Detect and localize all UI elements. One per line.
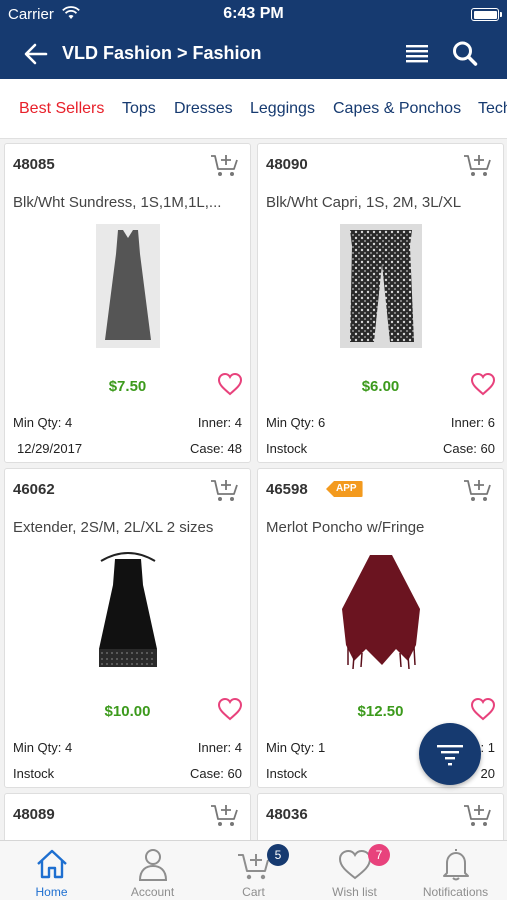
product-image[interactable]: [258, 224, 505, 354]
category-leggings[interactable]: Leggings: [250, 100, 315, 118]
min-qty: Min Qty: 1: [266, 740, 326, 755]
category-capes-ponchos[interactable]: Capes & Ponchos: [333, 100, 461, 118]
bottom-tab-bar: Home Account 5 Cart 7 Wish list Notifica…: [0, 840, 507, 900]
add-to-cart-icon[interactable]: [463, 478, 493, 504]
list-view-icon[interactable]: [404, 42, 430, 66]
product-id: 46598: [266, 481, 308, 498]
battery-icon: [471, 8, 502, 21]
min-qty: Min Qty: 4: [13, 415, 73, 430]
cart-count-badge: 5: [267, 844, 289, 866]
product-name: Blk/Wht Capri, 1S, 2M, 3L/XL: [266, 194, 462, 211]
inner-qty: Inner: 4: [197, 740, 242, 755]
stock-status: 12/29/2017: [17, 441, 83, 456]
wishlist-heart-icon[interactable]: [470, 372, 496, 396]
tab-account[interactable]: Account: [102, 841, 203, 900]
tab-notifications[interactable]: Notifications: [405, 841, 506, 900]
product-name: Extender, 2S/M, 2L/XL 2 sizes: [13, 519, 214, 536]
product-price: $7.50: [108, 378, 147, 395]
product-price: $6.00: [361, 378, 400, 395]
category-tabs: Best Sellers Tops Dresses Leggings Capes…: [0, 79, 507, 139]
stock-status: Instock: [266, 441, 308, 456]
product-price: $10.00: [104, 703, 151, 720]
tab-label: Home: [35, 885, 68, 899]
page-title: VLD Fashion > Fashion: [62, 43, 262, 63]
product-price: $12.50: [357, 703, 404, 720]
filter-icon: [437, 745, 463, 766]
tab-label: Cart: [242, 885, 265, 899]
product-card[interactable]: 48090 Blk/Wht Capri, 1S, 2M, 3L/XL $6.00…: [257, 143, 504, 463]
clock: 6:43 PM: [223, 5, 284, 22]
add-to-cart-icon[interactable]: [210, 153, 240, 179]
add-to-cart-icon[interactable]: [210, 478, 240, 504]
nav-bar: VLD Fashion > Fashion: [0, 30, 507, 79]
stock-status: Instock: [13, 766, 55, 781]
search-icon[interactable]: [452, 40, 478, 68]
case-qty: Case: 60: [442, 441, 495, 456]
add-to-cart-icon[interactable]: [463, 153, 493, 179]
min-qty: Min Qty: 6: [266, 415, 326, 430]
inner-qty: Inner: 4: [197, 415, 242, 430]
wishlist-count-badge: 7: [368, 844, 390, 866]
tab-home[interactable]: Home: [1, 841, 102, 900]
bell-icon: [443, 849, 469, 881]
stock-status: Instock: [266, 766, 308, 781]
app-badge: APP: [326, 481, 363, 497]
cart-icon: [238, 854, 269, 880]
category-best-sellers[interactable]: Best Sellers: [19, 100, 104, 118]
product-name: Merlot Poncho w/Fringe: [266, 519, 425, 536]
product-name: Blk/Wht Sundress, 1S,1M,1L,...: [13, 194, 222, 211]
tab-wish-list[interactable]: 7 Wish list: [304, 841, 405, 900]
product-id: 48036: [266, 806, 308, 823]
wishlist-heart-icon[interactable]: [217, 697, 243, 721]
wishlist-heart-icon[interactable]: [217, 372, 243, 396]
home-icon: [37, 849, 67, 879]
heart-icon: [338, 849, 372, 880]
person-icon: [138, 849, 168, 881]
tab-cart[interactable]: 5 Cart: [203, 841, 304, 900]
case-qty: Case: 60: [189, 766, 242, 781]
category-dresses[interactable]: Dresses: [174, 100, 233, 118]
product-card[interactable]: 46062 Extender, 2S/M, 2L/XL 2 sizes $10.…: [4, 468, 251, 788]
tab-label: Account: [130, 885, 175, 899]
product-image[interactable]: [258, 549, 505, 679]
status-bar: Carrier 6:43 PM: [0, 0, 507, 30]
wishlist-heart-icon[interactable]: [470, 697, 496, 721]
category-tops[interactable]: Tops: [122, 100, 156, 118]
product-image[interactable]: [5, 224, 252, 354]
tab-label: Wish list: [332, 885, 377, 899]
filter-button[interactable]: [419, 723, 481, 785]
product-id: 48085: [13, 156, 55, 173]
product-image[interactable]: [5, 549, 252, 679]
inner-qty: Inner: 6: [450, 415, 495, 430]
case-qty: 20: [480, 766, 495, 781]
product-id: 48090: [266, 156, 308, 173]
add-to-cart-icon[interactable]: [210, 803, 240, 829]
min-qty: Min Qty: 4: [13, 740, 73, 755]
product-id: 48089: [13, 806, 55, 823]
add-to-cart-icon[interactable]: [463, 803, 493, 829]
product-id: 46062: [13, 481, 55, 498]
case-qty: Case: 48: [189, 441, 242, 456]
product-card[interactable]: 48085 Blk/Wht Sundress, 1S,1M,1L,... $7.…: [4, 143, 251, 463]
back-arrow-icon[interactable]: [22, 40, 50, 68]
tab-label: Notifications: [422, 885, 489, 899]
inner-qty: : 1: [480, 740, 495, 755]
category-tech[interactable]: Tech: [478, 100, 507, 118]
